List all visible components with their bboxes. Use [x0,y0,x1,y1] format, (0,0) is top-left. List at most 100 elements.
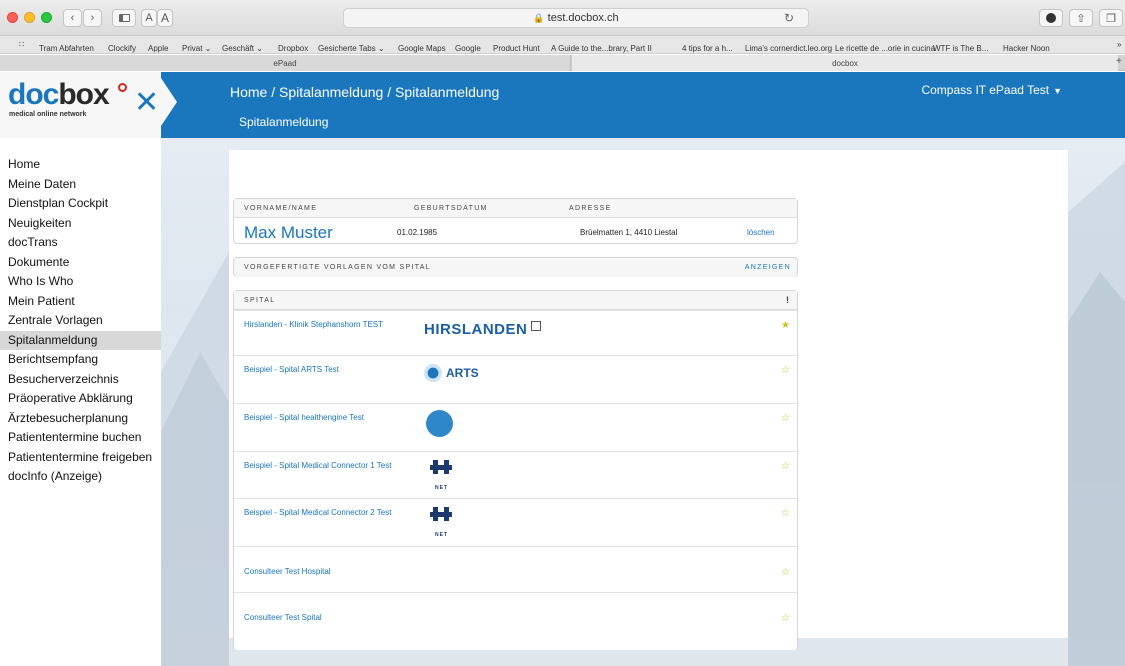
back-button[interactable]: ‹ [63,9,82,27]
hospital-row[interactable]: Consulteer Test Spital ☆ [234,592,797,638]
forward-button[interactable]: › [83,9,102,27]
address-url: test.docbox.ch [547,12,619,24]
column-header-spital: SPITAL [244,297,276,304]
sidebar-item[interactable]: Dokumente [0,253,161,273]
hospital-name[interactable]: Beispiel - Spital Medical Connector 2 Te… [244,508,391,517]
star-outline-icon[interactable]: ☆ [781,613,790,624]
sidebar-item[interactable]: Neuigkeiten [0,214,161,234]
sidebar-item[interactable]: Meine Daten [0,175,161,195]
new-tab-icon[interactable]: + [1116,56,1122,67]
downloads-button[interactable] [1039,9,1063,27]
hospital-name[interactable]: Consulteer Test Hospital [244,567,331,576]
docbox-logo[interactable]: docbox [8,78,110,112]
sidebar-item[interactable]: Home [0,155,161,175]
star-outline-icon[interactable]: ☆ [781,365,790,376]
hospital-row[interactable]: Beispiel - Spital Medical Connector 2 Te… [234,498,797,546]
bookmark-item[interactable]: Le ricette de ...orie in cucina [835,44,935,53]
sidebar-item[interactable]: Patiententermine buchen [0,428,161,448]
sidebar-item[interactable]: Dienstplan Cockpit [0,194,161,214]
bookmark-item[interactable]: Product Hunt [493,44,540,53]
window-minimize-button[interactable] [24,12,35,23]
bookmark-item[interactable]: WTF is The B... [933,44,988,53]
close-menu-icon[interactable]: ✕ [134,88,159,118]
more-bookmarks-icon[interactable]: » [1117,40,1121,49]
sidebar-item[interactable]: Ärztebesucherplanung [0,409,161,429]
show-templates-button[interactable]: ANZEIGEN [745,264,791,271]
share-button[interactable]: ⇧ [1069,9,1093,27]
star-filled-icon[interactable]: ★ [781,320,790,331]
patient-name[interactable]: Max Muster [244,223,333,243]
column-header-name: VORNAME/NAME [244,205,318,212]
sidebar-item[interactable]: Berichtsempfang [0,350,161,370]
hospital-row[interactable]: Beispiel - Spital ARTS Test ☆ ARTS [234,355,797,403]
reload-icon[interactable]: ↻ [784,11,794,25]
breadcrumb[interactable]: Home / Spitalanmeldung / Spitalanmeldung [230,84,499,100]
star-outline-icon[interactable]: ☆ [781,461,790,472]
content-panel: VORNAME/NAME GEBURTSDATUM ADRESSE Max Mu… [229,150,1068,650]
bookmark-item[interactable]: dict.leo.org [793,44,832,53]
hospital-row[interactable]: Hirslanden - Klinik Stephanshorn TEST ★ HI… [234,310,797,355]
sidebar-item[interactable]: Besucherverzeichnis [0,370,161,390]
star-outline-icon[interactable]: ☆ [781,413,790,424]
bookmark-item[interactable]: Privat ⌄ [182,44,211,53]
text-larger-button[interactable]: A [157,9,173,27]
bookmark-item[interactable]: Google Maps [398,44,446,53]
healthengine-logo [426,410,453,442]
logo-text-doc: doc [8,78,59,111]
logo-tagline: medical online network [9,111,87,118]
bookmark-item[interactable]: Lima's corner [745,44,793,53]
hospital-name[interactable]: Beispiel - Spital healthengine Test [244,413,364,422]
hospital-row[interactable]: Beispiel - Spital Medical Connector 1 Te… [234,451,797,498]
sidebar-item[interactable]: Who Is Who [0,272,161,292]
hospital-row[interactable]: Beispiel - Spital healthengine Test ☆ [234,403,797,451]
hospital-name[interactable]: Consulteer Test Spital [244,613,322,622]
hospital-row[interactable]: Consulteer Test Hospital ☆ [234,546,797,592]
sidebar-item[interactable]: Präoperative Abklärung [0,389,161,409]
arts-logo: ARTS [424,364,479,382]
bookmark-item[interactable]: Hacker Noon [1003,44,1050,53]
bookmark-item[interactable]: Google [455,44,481,53]
bookmark-item[interactable]: Dropbox [278,44,308,53]
sidebar-item[interactable]: Zentrale Vorlagen [0,311,161,331]
bookmarks-bar: ∷ Tram Abfahrten Clockify Apple Privat ⌄ Ges… [0,36,1125,54]
star-outline-icon[interactable]: ☆ [781,508,790,519]
bookmark-item[interactable]: Geschäft ⌄ [222,44,263,53]
bookmark-item[interactable]: Apple [148,44,168,53]
bookmark-item[interactable]: Clockify [108,44,136,53]
hirslanden-logo: HIRSLANDEN [424,321,542,339]
sidebar-item[interactable]: Patiententermine freigeben [0,448,161,468]
download-icon [1046,13,1056,23]
tab-epaad[interactable]: ePaad [0,55,571,71]
bookmark-item[interactable]: Gesicherte Tabs ⌄ [318,44,385,53]
hospital-name[interactable]: Beispiel - Spital Medical Connector 1 Te… [244,461,391,470]
bookmark-item[interactable]: Tram Abfahrten [39,44,94,53]
logo-text-box: box [58,78,109,111]
tab-docbox[interactable]: docbox [572,55,1118,71]
sidebar-item[interactable]: docTrans [0,233,161,253]
address-bar[interactable]: 🔒 test.docbox.ch ↻ [343,8,809,28]
delete-patient-link[interactable]: löschen [747,228,775,237]
logo-area: docbox medical online network ✕ [0,72,161,138]
user-menu[interactable]: Compass IT ePaad Test ▼ [921,83,1062,97]
sidebar-item[interactable]: docInfo (Anzeige) [0,467,161,487]
hnet-logo: NET [430,507,452,538]
logo-dot-icon [118,83,127,92]
hospital-name[interactable]: Beispiel - Spital ARTS Test [244,365,339,374]
text-smaller-button[interactable]: A [141,9,157,27]
tabs-overview-button[interactable]: ❐ [1099,9,1123,27]
window-fullscreen-button[interactable] [41,12,52,23]
bookmark-item[interactable]: 4 tips for a h... [682,44,733,53]
sidebar-toggle-button[interactable] [112,9,136,27]
bookmark-item[interactable]: A Guide to the...brary, Part II [551,44,652,53]
window-close-button[interactable] [7,12,18,23]
sidebar-item[interactable]: Spitalanmeldung [0,330,161,350]
sidebar-item[interactable]: Mein Patient [0,292,161,312]
star-outline-icon[interactable]: ☆ [781,567,790,578]
patient-dob: 01.02.1985 [397,228,438,237]
hospital-name[interactable]: Hirslanden - Klinik Stephanshorn TEST [244,320,383,329]
chevron-right-icon: › [90,12,95,24]
hirslanden-mark-icon [531,321,542,331]
column-header-address: ADRESSE [569,205,612,212]
patient-address: Brüelmatten 1, 4410 Liestal [580,228,678,237]
grid-icon[interactable]: ∷ [19,40,24,49]
